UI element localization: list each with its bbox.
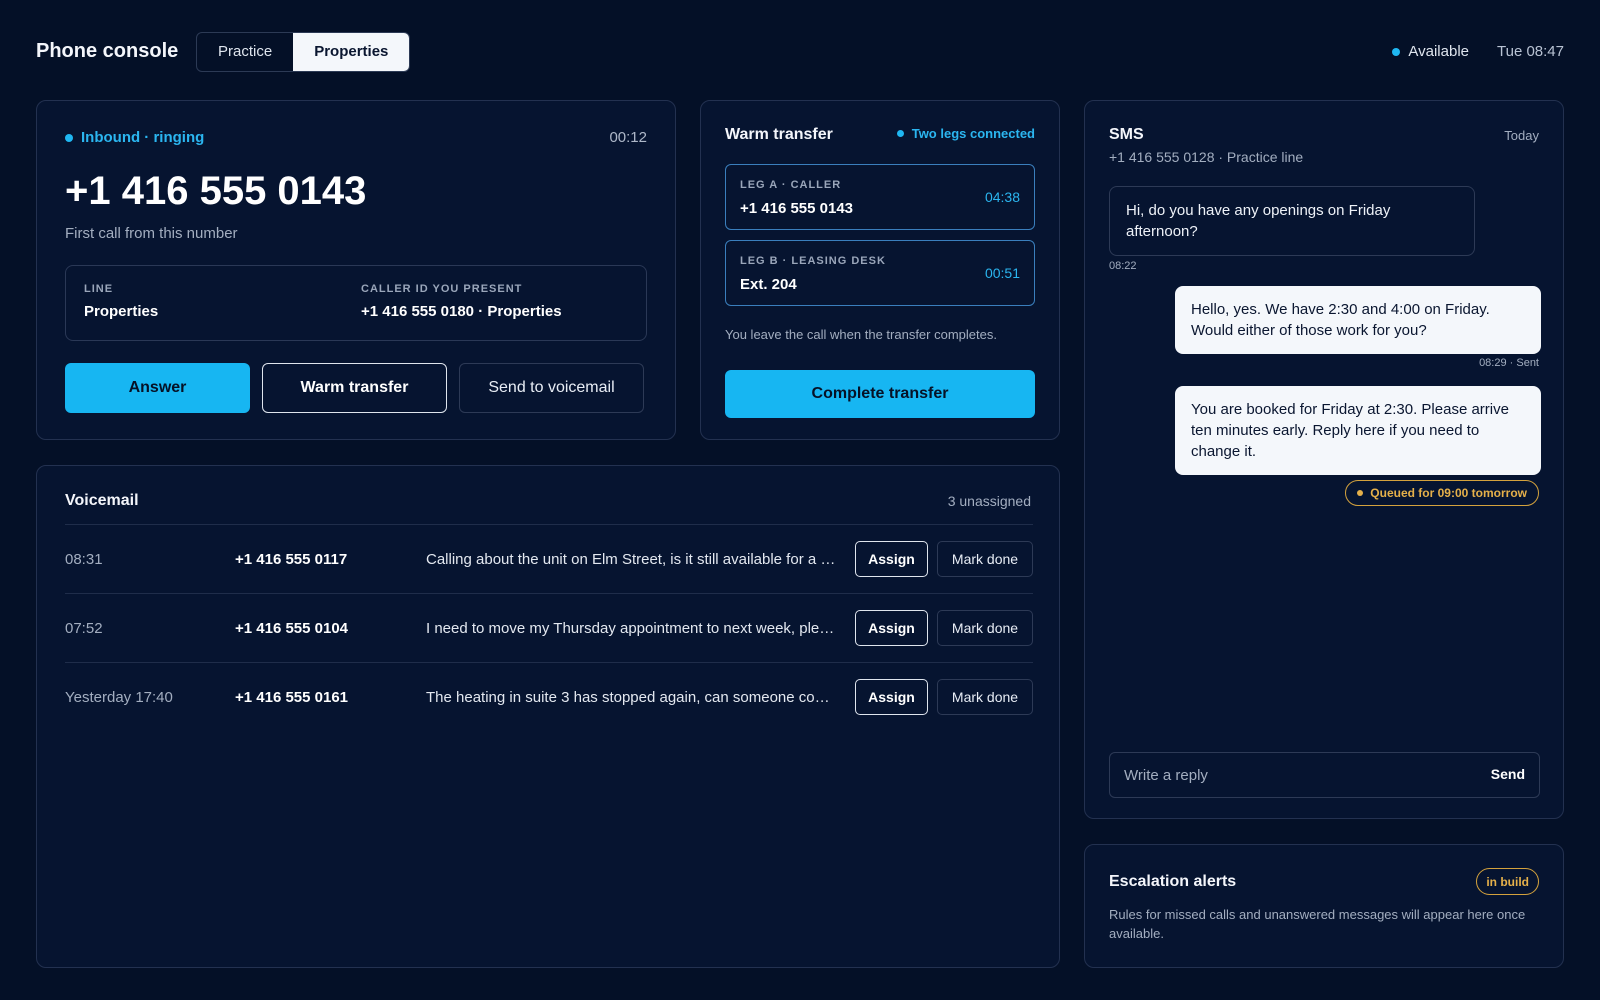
escalation-description: Rules for missed calls and unanswered me…	[1109, 907, 1526, 941]
leg-a-card: LEG A · CALLER +1 416 555 0143 04:38	[725, 164, 1035, 230]
status-dot-icon	[1392, 47, 1401, 56]
tab-properties[interactable]: Properties	[293, 33, 410, 71]
transfer-status-label: Two legs connected	[911, 126, 1035, 141]
caller-id-value: +1 416 555 0180 · Properties	[361, 303, 562, 320]
voicemail-card: Voicemail 3 unassigned 08:31 +1 416 555 …	[36, 465, 1060, 968]
reply-input[interactable]	[1110, 753, 1450, 797]
send-to-voicemail-button[interactable]: Send to voicemail	[459, 363, 644, 413]
leg-a-label: LEG A · CALLER	[740, 179, 842, 191]
mark-done-button[interactable]: Mark done	[937, 679, 1033, 715]
message-timestamp: 08:22	[1109, 260, 1137, 272]
assign-button[interactable]: Assign	[855, 541, 928, 577]
outgoing-message: Hello, yes. We have 2:30 and 4:00 on Fri…	[1175, 286, 1541, 354]
in-build-badge: in build	[1476, 868, 1539, 895]
line-info-box: LINE Properties CALLER ID YOU PRESENT +1…	[65, 265, 647, 341]
queued-dot-icon	[1357, 490, 1364, 496]
warm-transfer-button[interactable]: Warm transfer	[262, 363, 447, 413]
sms-title: SMS	[1109, 126, 1144, 143]
escalation-title: Escalation alerts	[1109, 873, 1237, 890]
voicemail-row: 08:31 +1 416 555 0117 Calling about the …	[65, 524, 1033, 593]
line-info: LINE Properties	[84, 283, 158, 320]
caller-id-info: CALLER ID YOU PRESENT +1 416 555 0180 · …	[361, 283, 562, 320]
leg-a-timer: 04:38	[984, 189, 1020, 205]
assign-button[interactable]: Assign	[855, 679, 928, 715]
queued-badge: Queued for 09:00 tomorrow	[1345, 480, 1539, 506]
line-label: LINE	[84, 283, 114, 295]
voicemail-list: 08:31 +1 416 555 0117 Calling about the …	[65, 524, 1033, 731]
sms-card: SMS +1 416 555 0128 · Practice line Toda…	[1084, 100, 1564, 819]
voicemail-number: +1 416 555 0117	[235, 551, 348, 568]
connected-dot-icon	[896, 130, 904, 137]
voicemail-count: 3 unassigned	[947, 493, 1031, 509]
voicemail-time: Yesterday 17:40	[65, 689, 173, 706]
voicemail-row: Yesterday 17:40 +1 416 555 0161 The heat…	[65, 662, 1033, 731]
line-value: Properties	[84, 303, 159, 320]
mark-done-button[interactable]: Mark done	[937, 541, 1033, 577]
call-actions: Answer Warm transfer Send to voicemail	[65, 363, 644, 413]
queued-label: Queued for 09:00 tomorrow	[1370, 486, 1527, 500]
call-timer: 00:12	[609, 129, 647, 146]
voicemail-number: +1 416 555 0104	[235, 620, 349, 637]
leg-b-timer: 00:51	[984, 265, 1020, 281]
voicemail-message[interactable]: I need to move my Thursday appointment t…	[426, 620, 838, 637]
line-switcher: Practice Properties	[196, 32, 411, 72]
incoming-message: Hi, do you have any openings on Friday a…	[1109, 186, 1475, 256]
caller-id-label: CALLER ID YOU PRESENT	[361, 283, 523, 295]
message-timestamp: 08:29 · Sent	[1479, 357, 1539, 369]
agent-status: Available Tue 08:47	[1392, 43, 1564, 60]
voicemail-message[interactable]: Calling about the unit on Elm Street, is…	[426, 551, 838, 568]
leg-b-card: LEG B · LEASING DESK Ext. 204 00:51	[725, 240, 1035, 306]
voicemail-time: 08:31	[65, 551, 103, 568]
transfer-status: Two legs connected	[896, 126, 1035, 141]
voicemail-row: 07:52 +1 416 555 0104 I need to move my …	[65, 593, 1033, 662]
voicemail-message[interactable]: The heating in suite 3 has stopped again…	[426, 689, 838, 706]
leg-b-value: Ext. 204	[740, 276, 797, 293]
clock: Tue 08:47	[1497, 43, 1564, 60]
outgoing-message: You are booked for Friday at 2:30. Pleas…	[1175, 386, 1541, 475]
warm-transfer-card: Warm transfer Two legs connected LEG A ·…	[700, 100, 1060, 440]
assign-button[interactable]: Assign	[855, 610, 928, 646]
call-state-label: Inbound · ringing	[81, 129, 205, 146]
top-bar: Phone console Practice Properties Availa…	[36, 32, 1564, 72]
caller-number: +1 416 555 0143	[65, 169, 367, 213]
complete-transfer-button[interactable]: Complete transfer	[725, 370, 1035, 418]
voicemail-number: +1 416 555 0161	[235, 689, 349, 706]
transfer-note: You leave the call when the transfer com…	[725, 327, 997, 342]
reply-box: Send	[1109, 752, 1540, 798]
send-button[interactable]: Send	[1491, 766, 1525, 782]
status-label[interactable]: Available	[1408, 43, 1469, 60]
escalation-alerts-card: Escalation alerts in build Rules for mis…	[1084, 844, 1564, 968]
voicemail-time: 07:52	[65, 620, 103, 637]
sms-day: Today	[1504, 128, 1539, 143]
mark-done-button[interactable]: Mark done	[937, 610, 1033, 646]
app-title: Phone console	[36, 40, 179, 62]
leg-a-value: +1 416 555 0143	[740, 200, 854, 217]
transfer-title: Warm transfer	[725, 126, 833, 143]
ringing-dot-icon	[65, 133, 73, 142]
caller-note: First call from this number	[65, 225, 238, 242]
leg-b-label: LEG B · LEASING DESK	[740, 255, 886, 267]
sms-contact: +1 416 555 0128 · Practice line	[1109, 149, 1304, 165]
answer-button[interactable]: Answer	[65, 363, 250, 413]
tab-practice[interactable]: Practice	[197, 33, 293, 71]
incoming-call-card: Inbound · ringing 00:12 +1 416 555 0143 …	[36, 100, 676, 440]
voicemail-title: Voicemail	[65, 492, 139, 509]
call-state: Inbound · ringing	[65, 129, 204, 146]
